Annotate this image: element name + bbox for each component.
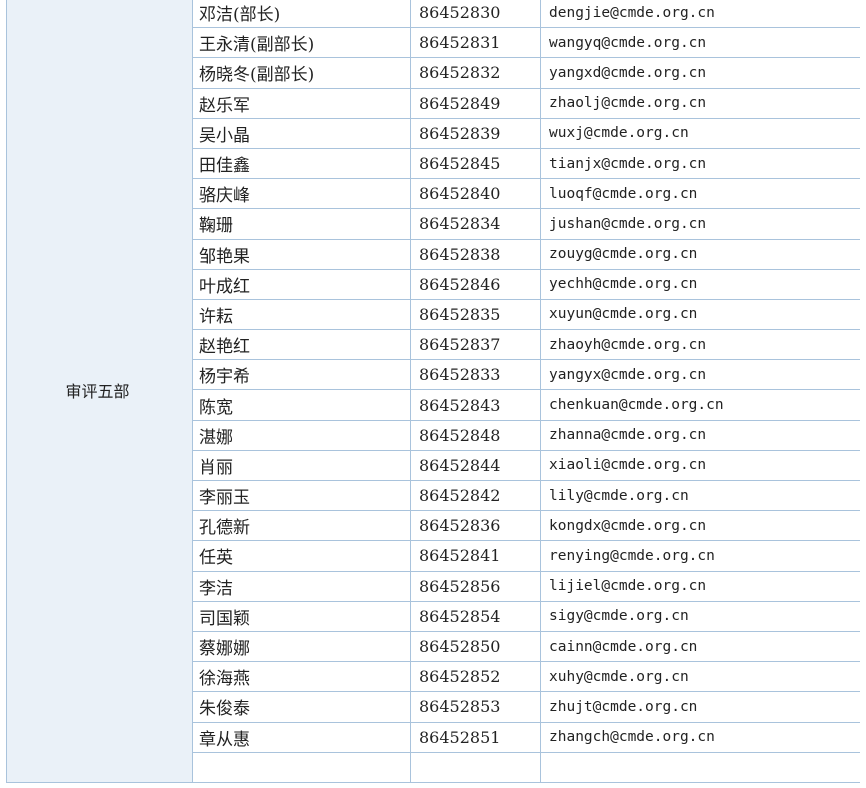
name-cell: 许耘 xyxy=(192,298,411,331)
phone-cell: 86452851 xyxy=(410,721,541,753)
name-cell: 叶成红 xyxy=(192,268,411,300)
name-cell: 杨宇希 xyxy=(192,359,411,391)
name-cell: 赵乐军 xyxy=(192,87,411,119)
email-cell: lijiel@cmde.org.cn xyxy=(540,570,860,602)
name-cell: 王永清(副部长) xyxy=(192,27,411,59)
empty-cell xyxy=(540,751,860,783)
email-cell: yangxd@cmde.org.cn xyxy=(540,57,860,89)
phone-cell: 86452831 xyxy=(410,27,541,59)
email-cell: luoqf@cmde.org.cn xyxy=(540,178,860,210)
phone-cell: 86452836 xyxy=(410,510,541,542)
empty-cell xyxy=(192,751,411,783)
name-cell: 任英 xyxy=(192,540,411,572)
phone-cell: 86452835 xyxy=(410,298,541,331)
phone-cell: 86452854 xyxy=(410,600,541,632)
name-cell: 田佳鑫 xyxy=(192,147,411,180)
email-cell: dengjie@cmde.org.cn xyxy=(540,0,860,29)
name-cell: 司国颖 xyxy=(192,600,411,632)
email-cell: lily@cmde.org.cn xyxy=(540,479,860,512)
phone-cell: 86452856 xyxy=(410,570,541,602)
email-cell: xuyun@cmde.org.cn xyxy=(540,298,860,331)
contact-table-container: 审评五部 邓洁(部长) 86452830 dengjie@cmde.org.cn 王永清… xyxy=(6,0,860,788)
phone-cell: 86452852 xyxy=(410,661,541,693)
email-cell: renying@cmde.org.cn xyxy=(540,540,860,572)
email-cell: zhujt@cmde.org.cn xyxy=(540,691,860,723)
phone-cell: 86452849 xyxy=(410,87,541,119)
name-cell: 湛娜 xyxy=(192,419,411,451)
email-cell: xiaoli@cmde.org.cn xyxy=(540,449,860,482)
email-cell: zouyg@cmde.org.cn xyxy=(540,238,860,270)
email-cell: yechh@cmde.org.cn xyxy=(540,268,860,300)
email-cell: yangyx@cmde.org.cn xyxy=(540,359,860,391)
name-cell: 徐海燕 xyxy=(192,661,411,693)
name-cell: 鞠珊 xyxy=(192,208,411,240)
email-cell: kongdx@cmde.org.cn xyxy=(540,510,860,542)
contact-directory-table: 审评五部 邓洁(部长) 86452830 dengjie@cmde.org.cn 王永清… xyxy=(6,0,860,783)
phone-cell: 86452843 xyxy=(410,389,541,421)
email-cell: wangyq@cmde.org.cn xyxy=(540,27,860,59)
phone-cell: 86452830 xyxy=(410,0,541,29)
phone-cell: 86452833 xyxy=(410,359,541,391)
name-cell: 杨晓冬(副部长) xyxy=(192,57,411,89)
email-cell: sigy@cmde.org.cn xyxy=(540,600,860,632)
phone-cell: 86452839 xyxy=(410,117,541,149)
name-cell: 孔德新 xyxy=(192,510,411,542)
name-cell: 陈宽 xyxy=(192,389,411,421)
phone-cell: 86452840 xyxy=(410,178,541,210)
name-cell: 李洁 xyxy=(192,570,411,602)
phone-cell: 86452838 xyxy=(410,238,541,270)
email-cell: xuhy@cmde.org.cn xyxy=(540,661,860,693)
phone-cell: 86452837 xyxy=(410,329,541,361)
phone-cell: 86452845 xyxy=(410,147,541,180)
name-cell: 邹艳果 xyxy=(192,238,411,270)
email-cell: chenkuan@cmde.org.cn xyxy=(540,389,860,421)
phone-cell: 86452850 xyxy=(410,630,541,663)
email-cell: zhaoyh@cmde.org.cn xyxy=(540,329,860,361)
phone-cell: 86452846 xyxy=(410,268,541,300)
email-cell: tianjx@cmde.org.cn xyxy=(540,147,860,180)
phone-cell: 86452832 xyxy=(410,57,541,89)
name-cell: 赵艳红 xyxy=(192,329,411,361)
phone-cell: 86452842 xyxy=(410,479,541,512)
email-cell: jushan@cmde.org.cn xyxy=(540,208,860,240)
phone-cell: 86452841 xyxy=(410,540,541,572)
name-cell: 肖丽 xyxy=(192,449,411,482)
empty-cell xyxy=(410,751,541,783)
email-cell: cainn@cmde.org.cn xyxy=(540,630,860,663)
email-cell: zhaolj@cmde.org.cn xyxy=(540,87,860,119)
email-cell: zhanna@cmde.org.cn xyxy=(540,419,860,451)
contact-table-body: 审评五部 邓洁(部长) 86452830 dengjie@cmde.org.cn 王永清… xyxy=(6,0,860,783)
name-cell: 吴小晶 xyxy=(192,117,411,149)
name-cell: 李丽玉 xyxy=(192,479,411,512)
phone-cell: 86452853 xyxy=(410,691,541,723)
name-cell: 章从惠 xyxy=(192,721,411,753)
name-cell: 蔡娜娜 xyxy=(192,630,411,663)
department-cell: 审评五部 xyxy=(6,0,193,783)
email-cell: zhangch@cmde.org.cn xyxy=(540,721,860,753)
phone-cell: 86452834 xyxy=(410,208,541,240)
phone-cell: 86452844 xyxy=(410,449,541,482)
name-cell: 骆庆峰 xyxy=(192,178,411,210)
table-row: 审评五部 邓洁(部长) 86452830 dengjie@cmde.org.cn xyxy=(6,0,860,783)
email-cell: wuxj@cmde.org.cn xyxy=(540,117,860,149)
phone-cell: 86452848 xyxy=(410,419,541,451)
name-cell: 邓洁(部长) xyxy=(192,0,411,29)
name-cell: 朱俊泰 xyxy=(192,691,411,723)
